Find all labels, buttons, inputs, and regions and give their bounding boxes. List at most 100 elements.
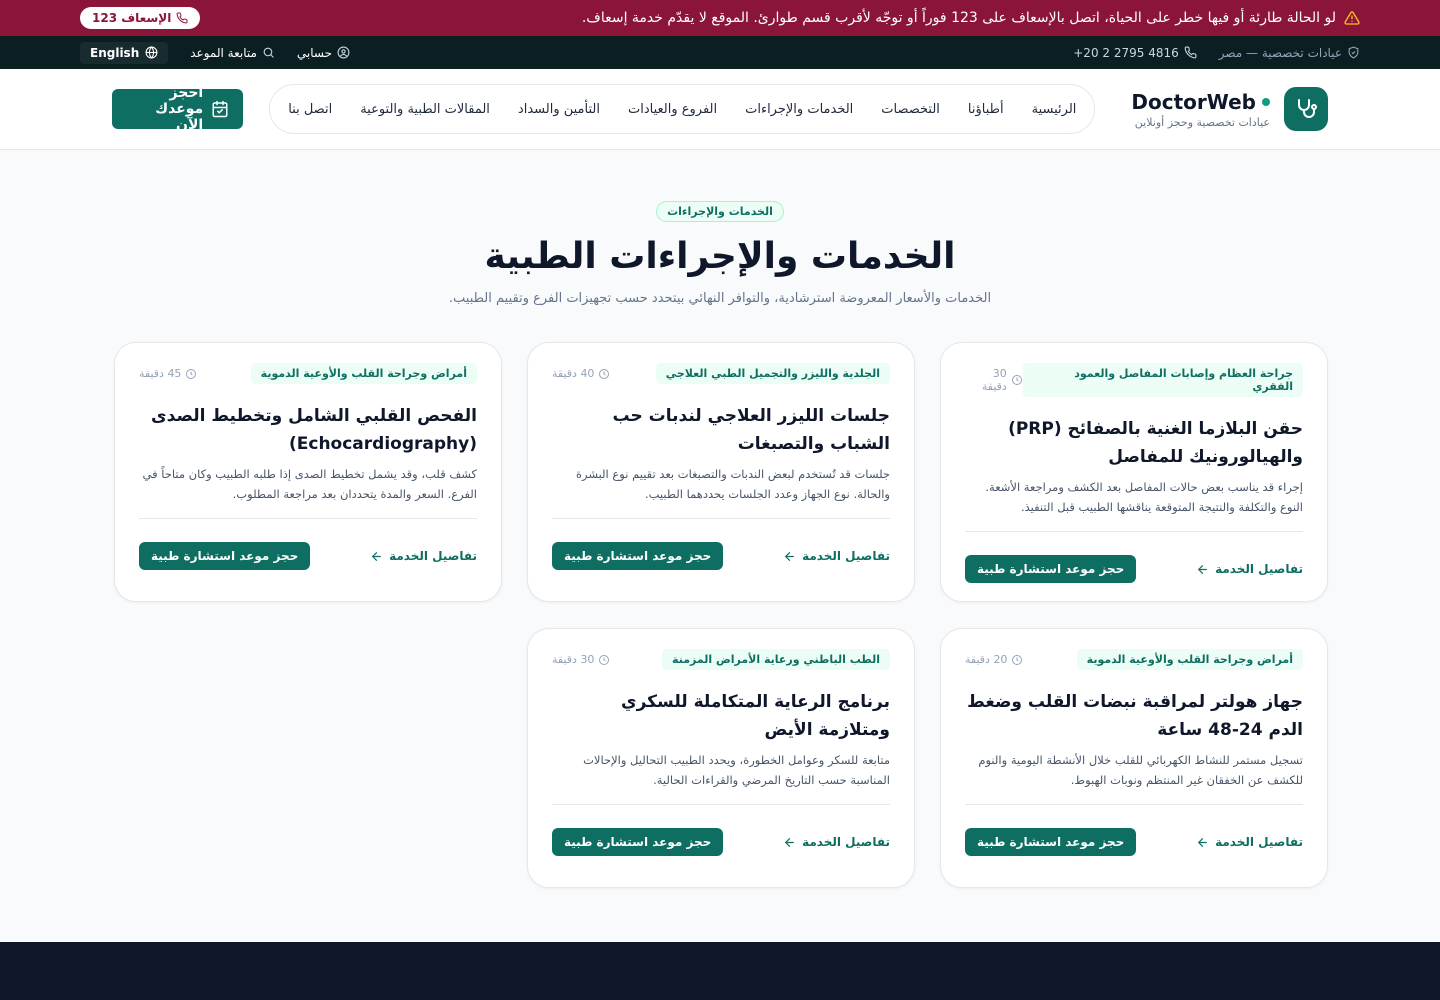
service-title[interactable]: برنامج الرعاية المتكاملة للسكري ومتلازمة… <box>552 688 890 744</box>
service-details-link[interactable]: تفاصيل الخدمة <box>1196 835 1303 849</box>
service-title[interactable]: الفحص القلبي الشامل وتخطيط الصدى (Echoca… <box>139 402 477 458</box>
page-hero: الخدمات والإجراءات الخدمات والإجراءات ال… <box>0 150 1440 306</box>
book-consultation-button[interactable]: حجز موعد استشارة طبية <box>965 828 1137 856</box>
section-chip: الخدمات والإجراءات <box>656 201 784 222</box>
duration: 20 دقيقة <box>965 653 1023 666</box>
shield-check-icon <box>1347 46 1360 59</box>
card-divider <box>965 804 1303 805</box>
duration: 40 دقيقة <box>552 367 610 380</box>
calendar-icon <box>211 100 229 118</box>
language-label: English <box>90 45 140 60</box>
service-description: جلسات قد تُستخدم لبعض الندبات والتصبغات … <box>575 467 890 501</box>
nav-services[interactable]: الخدمات والإجراءات <box>745 102 853 117</box>
card-divider <box>139 518 477 519</box>
page-title: الخدمات والإجراءات الطبية <box>484 236 956 277</box>
book-appointment-button[interactable]: احجز موعدك الآن <box>112 85 244 133</box>
service-details-link[interactable]: تفاصيل الخدمة <box>370 549 477 563</box>
account-link[interactable]: حسابي <box>297 46 350 60</box>
clock-icon <box>1011 654 1023 666</box>
specialty-tag[interactable]: الجلدية والليزر والتجميل الطبي العلاجي <box>655 363 890 384</box>
service-card: جراحة العظام وإصابات المفاصل والعمود الف… <box>940 342 1328 602</box>
duration-text: 30 دقيقة <box>552 653 595 666</box>
nav-articles[interactable]: المقالات الطبية والتوعية <box>360 102 490 117</box>
nav-insurance[interactable]: التأمين والسداد <box>518 102 600 117</box>
arrow-left-icon <box>783 836 796 849</box>
phone-link[interactable]: +20 2 2795 4816 <box>1073 46 1197 60</box>
book-appointment-label: احجز موعدك الآن <box>155 85 204 133</box>
duration-text: 20 دقيقة <box>965 653 1008 666</box>
card-meta: الجلدية والليزر والتجميل الطبي العلاجي 4… <box>552 363 890 384</box>
duration: 45 دقيقة <box>139 367 197 380</box>
track-appointment-label: متابعة الموعد <box>190 45 257 60</box>
brand-name: DoctorWeb <box>1131 90 1270 114</box>
tagline-text: عيادات تخصصية — مصر <box>1218 45 1342 60</box>
service-card: الجلدية والليزر والتجميل الطبي العلاجي 4… <box>527 342 915 602</box>
tagline: عيادات تخصصية — مصر <box>1219 46 1360 60</box>
site-header: DoctorWeb عيادات تخصصية وحجز أونلاين الر… <box>0 69 1440 150</box>
main-nav: الرئيسية أطباؤنا التخصصات الخدمات والإجر… <box>269 84 1096 134</box>
service-title[interactable]: حقن البلازما الغنية بالصفائح (PRP) والهي… <box>965 415 1303 471</box>
ambulance-call-button[interactable]: الإسعاف 123 <box>80 7 201 29</box>
account-label: حسابي <box>296 45 333 60</box>
duration-text: 45 دقيقة <box>139 367 182 380</box>
search-icon <box>262 46 275 59</box>
details-label: تفاصيل الخدمة <box>802 549 890 563</box>
card-actions: تفاصيل الخدمة حجز موعد استشارة طبية <box>965 555 1303 583</box>
specialty-tag[interactable]: الطب الباطني ورعاية الأمراض المزمنة <box>662 649 890 670</box>
stethoscope-icon <box>1284 87 1328 131</box>
nav-home[interactable]: الرئيسية <box>1032 102 1077 117</box>
service-details-link[interactable]: تفاصيل الخدمة <box>783 835 890 849</box>
arrow-left-icon <box>783 550 796 563</box>
service-title[interactable]: جهاز هولتر لمراقبة نبضات القلب وضغط الدم… <box>965 688 1303 744</box>
nav-contact[interactable]: اتصل بنا <box>288 102 332 117</box>
phone-icon <box>1184 46 1197 59</box>
book-consultation-button[interactable]: حجز موعد استشارة طبية <box>139 542 311 570</box>
service-title[interactable]: جلسات الليزر العلاجي لندبات حب الشباب وا… <box>552 402 891 458</box>
language-switch-button[interactable]: English <box>80 41 169 64</box>
service-card: أمراض وجراحة القلب والأوعية الدموية 20 د… <box>940 628 1328 888</box>
duration: 30 دقيقة <box>552 653 610 666</box>
nav-branches[interactable]: الفروع والعيادات <box>628 102 717 117</box>
card-meta: أمراض وجراحة القلب والأوعية الدموية 45 د… <box>139 363 477 384</box>
clock-icon <box>598 368 610 380</box>
clock-icon <box>1011 374 1023 386</box>
clock-icon <box>185 368 197 380</box>
details-label: تفاصيل الخدمة <box>389 549 477 563</box>
specialty-tag[interactable]: أمراض وجراحة القلب والأوعية الدموية <box>250 363 477 384</box>
service-details-link[interactable]: تفاصيل الخدمة <box>783 549 890 563</box>
phone-call-icon <box>176 12 188 24</box>
globe-icon <box>145 46 158 59</box>
track-appointment-link[interactable]: متابعة الموعد <box>190 46 275 60</box>
arrow-left-icon <box>370 550 383 563</box>
service-card: الطب الباطني ورعاية الأمراض المزمنة 30 د… <box>527 628 915 888</box>
card-actions: تفاصيل الخدمة حجز موعد استشارة طبية <box>139 542 477 570</box>
emergency-alert-bar: لو الحالة طارئة أو فيها خطر على الحياة، … <box>0 0 1440 36</box>
ambulance-call-label: الإسعاف 123 <box>92 11 172 25</box>
card-actions: تفاصيل الخدمة حجز موعد استشارة طبية <box>552 828 890 856</box>
book-consultation-button[interactable]: حجز موعد استشارة طبية <box>965 555 1137 583</box>
duration-text: 30 دقيقة <box>981 367 1007 393</box>
service-card: أمراض وجراحة القلب والأوعية الدموية 45 د… <box>114 342 502 602</box>
emergency-message-text: لو الحالة طارئة أو فيها خطر على الحياة، … <box>581 10 1336 26</box>
warning-icon <box>1344 10 1360 26</box>
brand-name-text: DoctorWeb <box>1131 89 1256 114</box>
nav-doctors[interactable]: أطباؤنا <box>968 102 1004 117</box>
specialty-tag[interactable]: أمراض وجراحة القلب والأوعية الدموية <box>1076 649 1303 670</box>
arrow-left-icon <box>1196 563 1209 576</box>
brand-logo[interactable]: DoctorWeb عيادات تخصصية وحجز أونلاين <box>1131 87 1328 131</box>
specialty-tag[interactable]: جراحة العظام وإصابات المفاصل والعمود الف… <box>1022 363 1303 397</box>
card-meta: أمراض وجراحة القلب والأوعية الدموية 20 د… <box>965 649 1303 670</box>
contact-info: عيادات تخصصية — مصر +20 2 2795 4816 <box>1073 46 1360 60</box>
card-divider <box>552 518 890 519</box>
card-meta: جراحة العظام وإصابات المفاصل والعمود الف… <box>965 363 1303 397</box>
nav-specialties[interactable]: التخصصات <box>881 102 940 117</box>
service-details-link[interactable]: تفاصيل الخدمة <box>1196 562 1303 576</box>
service-description: كشف قلب، وقد يشمل تخطيط الصدى إذا طلبه ا… <box>142 467 478 501</box>
book-consultation-button[interactable]: حجز موعد استشارة طبية <box>552 828 724 856</box>
brand-text: DoctorWeb عيادات تخصصية وحجز أونلاين <box>1131 90 1270 129</box>
site-footer <box>0 942 1440 1000</box>
book-consultation-button[interactable]: حجز موعد استشارة طبية <box>552 542 724 570</box>
services-grid: جراحة العظام وإصابات المفاصل والعمود الف… <box>112 342 1328 902</box>
clock-icon <box>598 654 610 666</box>
card-actions: تفاصيل الخدمة حجز موعد استشارة طبية <box>965 828 1303 856</box>
